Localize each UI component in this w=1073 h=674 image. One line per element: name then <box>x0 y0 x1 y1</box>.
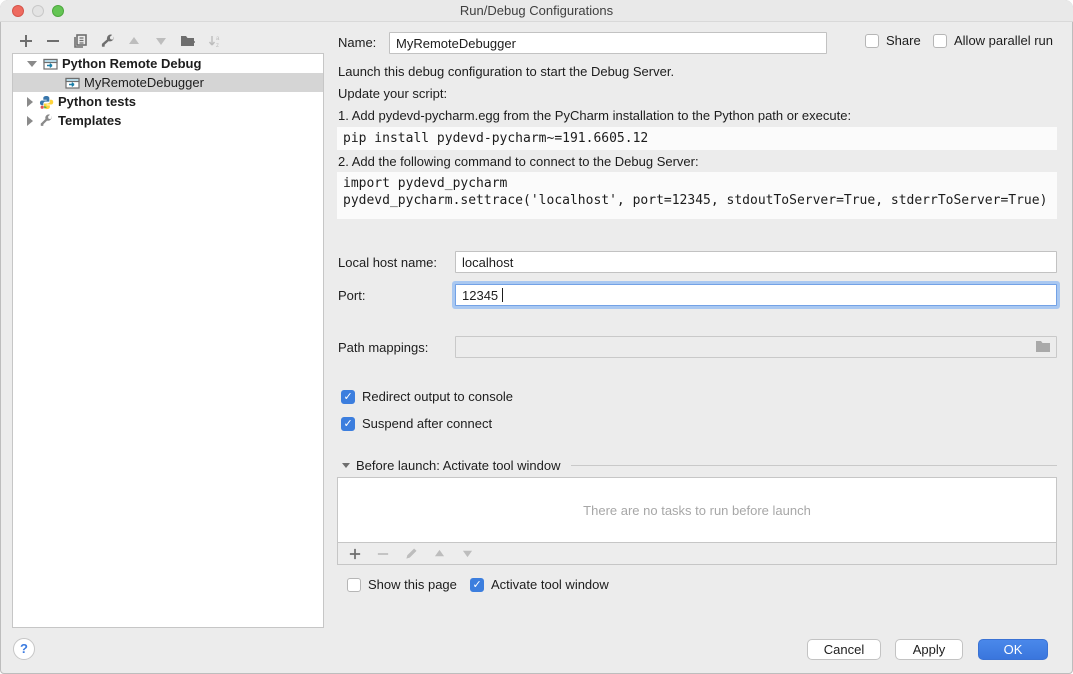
path-mappings-label: Path mappings: <box>338 340 428 355</box>
show-this-page-row: Show this page <box>347 577 457 592</box>
collapse-arrow-icon[interactable] <box>27 61 37 67</box>
path-mappings-input[interactable] <box>455 336 1057 358</box>
templates-wrench-icon <box>39 114 54 128</box>
move-up-icon[interactable] <box>126 33 142 49</box>
allow-parallel-run-checkbox[interactable] <box>933 34 947 48</box>
remote-debug-config-icon <box>65 76 80 90</box>
tree-item-label: Templates <box>58 113 121 128</box>
question-mark-icon: ? <box>20 641 28 656</box>
before-launch-header[interactable]: Before launch: Activate tool window <box>337 458 1057 473</box>
help-button[interactable]: ? <box>13 638 35 660</box>
move-task-up-icon[interactable] <box>431 546 447 562</box>
share-checkbox[interactable] <box>865 34 879 48</box>
configurations-tree: Python Remote Debug MyRemoteDebugger Pyt… <box>12 53 324 628</box>
suspend-after-connect-label: Suspend after connect <box>362 416 492 431</box>
edit-templates-wrench-icon[interactable] <box>99 33 115 49</box>
port-label: Port: <box>338 288 365 303</box>
tree-item-label: Python Remote Debug <box>62 56 201 71</box>
expand-arrow-icon[interactable] <box>27 116 33 126</box>
pip-install-code: pip install pydevd-pycharm~=191.6605.12 <box>337 127 1057 150</box>
allow-parallel-run-checkbox-row: Allow parallel run <box>933 33 1053 48</box>
tree-item-label: Python tests <box>58 94 136 109</box>
add-configuration-icon[interactable] <box>18 33 34 49</box>
before-launch-task-list[interactable]: There are no tasks to run before launch <box>337 477 1057 543</box>
port-input[interactable] <box>455 284 1057 306</box>
tree-item-myremotedebugger[interactable]: MyRemoteDebugger <box>13 73 323 92</box>
intro-text: Launch this debug configuration to start… <box>338 64 674 79</box>
suspend-after-connect-checkbox[interactable] <box>341 417 355 431</box>
add-task-icon[interactable] <box>347 546 363 562</box>
settrace-code-line1: import pydevd_pycharm <box>343 176 507 191</box>
create-folder-icon[interactable] <box>180 33 196 49</box>
share-label: Share <box>886 33 921 48</box>
svg-text:a: a <box>216 36 220 42</box>
before-launch-toolbar <box>337 543 1057 565</box>
edit-task-pencil-icon[interactable] <box>403 546 419 562</box>
local-host-name-label: Local host name: <box>338 255 437 270</box>
browse-folder-icon[interactable] <box>1035 340 1051 354</box>
name-input[interactable] <box>389 32 827 54</box>
port-field-wrapper <box>455 284 1057 306</box>
copy-configuration-icon[interactable] <box>72 33 88 49</box>
python-tests-icon <box>39 95 54 109</box>
redirect-output-row: Redirect output to console <box>341 389 513 404</box>
name-label: Name: <box>338 35 376 50</box>
show-this-page-checkbox[interactable] <box>347 578 361 592</box>
ok-button[interactable]: OK <box>978 639 1048 660</box>
svg-text:z: z <box>216 43 219 49</box>
redirect-output-label: Redirect output to console <box>362 389 513 404</box>
move-down-icon[interactable] <box>153 33 169 49</box>
no-tasks-text: There are no tasks to run before launch <box>583 503 811 518</box>
settrace-code-line2: pydevd_pycharm.settrace('localhost', por… <box>343 193 1047 208</box>
local-host-name-input[interactable] <box>455 251 1057 273</box>
tree-item-python-tests[interactable]: Python tests <box>13 92 323 111</box>
separator-line <box>571 465 1057 466</box>
before-launch-title: Before launch: Activate tool window <box>356 458 561 473</box>
titlebar: Run/Debug Configurations <box>0 0 1073 22</box>
apply-button[interactable]: Apply <box>895 639 963 660</box>
redirect-output-checkbox[interactable] <box>341 390 355 404</box>
dialog-footer: ? Cancel Apply OK <box>0 632 1073 674</box>
tree-item-python-remote-debug[interactable]: Python Remote Debug <box>13 54 323 73</box>
remove-task-icon[interactable] <box>375 546 391 562</box>
tree-item-templates[interactable]: Templates <box>13 111 323 130</box>
collapse-arrow-icon[interactable] <box>342 463 350 468</box>
activate-tool-window-label: Activate tool window <box>491 577 609 592</box>
run-debug-configurations-dialog: Run/Debug Configurations az <box>0 0 1073 674</box>
suspend-after-connect-row: Suspend after connect <box>341 416 492 431</box>
activate-tool-window-checkbox[interactable] <box>470 578 484 592</box>
text-caret <box>502 288 503 302</box>
step1-text: 1. Add pydevd-pycharm.egg from the PyCha… <box>338 108 851 123</box>
allow-parallel-run-label: Allow parallel run <box>954 33 1053 48</box>
sort-configurations-icon[interactable]: az <box>207 33 223 49</box>
tree-item-label: MyRemoteDebugger <box>84 75 204 90</box>
remove-configuration-icon[interactable] <box>45 33 61 49</box>
activate-tool-window-row: Activate tool window <box>470 577 609 592</box>
share-checkbox-row: Share <box>865 33 921 48</box>
move-task-down-icon[interactable] <box>459 546 475 562</box>
expand-arrow-icon[interactable] <box>27 97 33 107</box>
remote-debug-config-icon <box>43 57 58 71</box>
show-this-page-label: Show this page <box>368 577 457 592</box>
window-title: Run/Debug Configurations <box>0 3 1073 18</box>
step2-text: 2. Add the following command to connect … <box>338 154 699 169</box>
configurations-toolbar: az <box>18 30 223 52</box>
settrace-code: import pydevd_pycharm pydevd_pycharm.sett… <box>337 172 1057 219</box>
cancel-button[interactable]: Cancel <box>807 639 881 660</box>
configuration-settings-panel: Name: Share Allow parallel run Launch th… <box>337 22 1057 632</box>
update-script-text: Update your script: <box>338 86 447 101</box>
